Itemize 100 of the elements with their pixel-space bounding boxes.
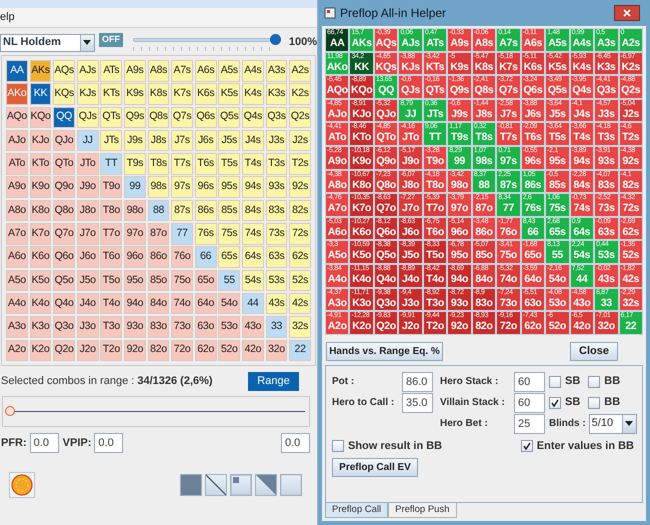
hand-cell[interactable]: A7s: [171, 60, 193, 82]
hand-cell[interactable]: A3s: [266, 60, 288, 82]
shape-button[interactable]: [180, 474, 202, 496]
hand-cell[interactable]: ATo: [6, 153, 28, 175]
hand-cell[interactable]: A2s: [289, 60, 311, 82]
hand-cell[interactable]: KQo: [30, 106, 52, 128]
hand-cell[interactable]: 22: [289, 340, 311, 362]
hand-cell[interactable]: Q8s: [148, 106, 170, 128]
hand-cell[interactable]: A8o: [6, 200, 28, 222]
hand-cell[interactable]: 43o: [242, 316, 264, 338]
stat-field[interactable]: 0.0: [281, 433, 310, 454]
hand-cell[interactable]: 96s: [194, 176, 217, 198]
hand-cell[interactable]: J8o: [76, 200, 99, 222]
hand-cell[interactable]: T2s: [289, 153, 311, 175]
hand-cell[interactable]: K2o: [30, 340, 52, 362]
hand-cell[interactable]: 98s: [148, 176, 170, 198]
hand-cell[interactable]: J9o: [76, 176, 99, 198]
hand-cell[interactable]: J6s: [194, 130, 217, 152]
hand-cell[interactable]: 52o: [218, 340, 240, 362]
hand-cell[interactable]: Q2o: [53, 340, 75, 362]
hand-cell[interactable]: A7o: [6, 223, 28, 245]
hand-cell[interactable]: J7o: [76, 223, 99, 245]
hand-cell[interactable]: 62s: [289, 246, 311, 268]
hand-cell[interactable]: 97s: [171, 176, 193, 198]
hand-cell[interactable]: J5o: [76, 270, 99, 292]
hand-cell[interactable]: Q3o: [53, 316, 75, 338]
hand-cell[interactable]: 87o: [148, 223, 170, 245]
hand-cell[interactable]: 88: [148, 200, 170, 222]
shape-button[interactable]: [205, 474, 227, 496]
hand-cell[interactable]: T4s: [242, 153, 264, 175]
hand-cell[interactable]: T7o: [100, 223, 122, 245]
blinds-select[interactable]: 5/10: [588, 414, 637, 434]
hand-cell[interactable]: A4o: [6, 292, 28, 314]
hand-cell[interactable]: 42o: [242, 340, 264, 362]
hand-cell[interactable]: T3s: [266, 153, 288, 175]
hand-cell[interactable]: A5o: [6, 270, 28, 292]
close-button[interactable]: [614, 5, 640, 21]
hand-cell[interactable]: 87s: [171, 200, 193, 222]
checkbox[interactable]: SB: [549, 394, 580, 411]
hand-cell[interactable]: AQo: [6, 106, 28, 128]
hand-cell[interactable]: 65s: [218, 246, 240, 268]
villain-stack-field[interactable]: 60: [514, 392, 545, 413]
hero-stack-field[interactable]: 60: [514, 372, 545, 392]
hand-cell[interactable]: Q5s: [218, 106, 240, 128]
hand-cell[interactable]: T8o: [100, 200, 122, 222]
hand-cell[interactable]: KJo: [30, 130, 52, 152]
hand-cell[interactable]: Q3s: [266, 106, 288, 128]
hand-cell[interactable]: 72o: [171, 340, 193, 362]
hand-cell[interactable]: 85o: [148, 270, 170, 292]
hand-cell[interactable]: 43s: [266, 292, 288, 314]
hand-cell[interactable]: Q6o: [53, 246, 75, 268]
hand-cell[interactable]: K9s: [124, 83, 146, 105]
hand-cell[interactable]: 82o: [148, 340, 170, 362]
hand-cell[interactable]: 44: [242, 292, 264, 314]
hand-cell[interactable]: K4s: [242, 83, 264, 105]
hand-cell[interactable]: 32s: [289, 316, 311, 338]
hand-cell[interactable]: K8o: [30, 200, 52, 222]
hand-cell[interactable]: J6o: [76, 246, 99, 268]
hand-cell[interactable]: 52s: [289, 270, 311, 292]
hand-cell[interactable]: A6o: [6, 246, 28, 268]
hero-to-call-field[interactable]: 35.0: [402, 392, 433, 413]
hand-cell[interactable]: 63s: [266, 246, 288, 268]
hand-cell[interactable]: AJs: [76, 60, 99, 82]
hand-cell[interactable]: T8s: [148, 153, 170, 175]
hand-cell[interactable]: 53s: [266, 270, 288, 292]
hand-cell[interactable]: T3o: [100, 316, 122, 338]
checkbox[interactable]: BB: [588, 373, 620, 390]
hand-cell[interactable]: 84s: [242, 200, 264, 222]
hand-cell[interactable]: QQ: [53, 106, 75, 128]
hand-cell[interactable]: 86o: [148, 246, 170, 268]
hand-cell[interactable]: 92o: [124, 340, 146, 362]
hand-cell[interactable]: 53o: [218, 316, 240, 338]
hand-cell[interactable]: K9o: [30, 176, 52, 198]
hand-cell[interactable]: K7s: [171, 83, 193, 105]
hand-cell[interactable]: 54o: [218, 292, 240, 314]
hand-cell[interactable]: T4o: [100, 292, 122, 314]
hand-cell[interactable]: T5o: [100, 270, 122, 292]
hand-cell[interactable]: 98o: [124, 200, 146, 222]
hand-cell[interactable]: K5o: [30, 270, 52, 292]
hand-cell[interactable]: T2o: [100, 340, 122, 362]
hand-cell[interactable]: T6s: [194, 153, 217, 175]
close-dialog-button[interactable]: Close: [570, 342, 618, 361]
hand-cell[interactable]: 92s: [289, 176, 311, 198]
hand-cell[interactable]: K4o: [30, 292, 52, 314]
tab[interactable]: Preflop Call: [325, 503, 388, 518]
checkbox[interactable]: Show result in BB: [332, 438, 442, 454]
hand-cell[interactable]: 62o: [194, 340, 217, 362]
hand-cell[interactable]: A9o: [6, 176, 28, 198]
hand-cell[interactable]: Q7s: [171, 106, 193, 128]
hand-cell[interactable]: 95o: [124, 270, 146, 292]
hand-cell[interactable]: QTs: [100, 106, 122, 128]
hand-cell[interactable]: QJo: [53, 130, 75, 152]
hand-cell[interactable]: KQs: [53, 83, 75, 105]
hand-cell[interactable]: J5s: [218, 130, 240, 152]
hand-cell[interactable]: JTo: [76, 153, 99, 175]
hand-cell[interactable]: 95s: [218, 176, 240, 198]
hand-cell[interactable]: 73o: [171, 316, 193, 338]
hand-cell[interactable]: K8s: [148, 83, 170, 105]
hand-cell[interactable]: A4s: [242, 60, 264, 82]
hand-cell[interactable]: 76o: [171, 246, 193, 268]
